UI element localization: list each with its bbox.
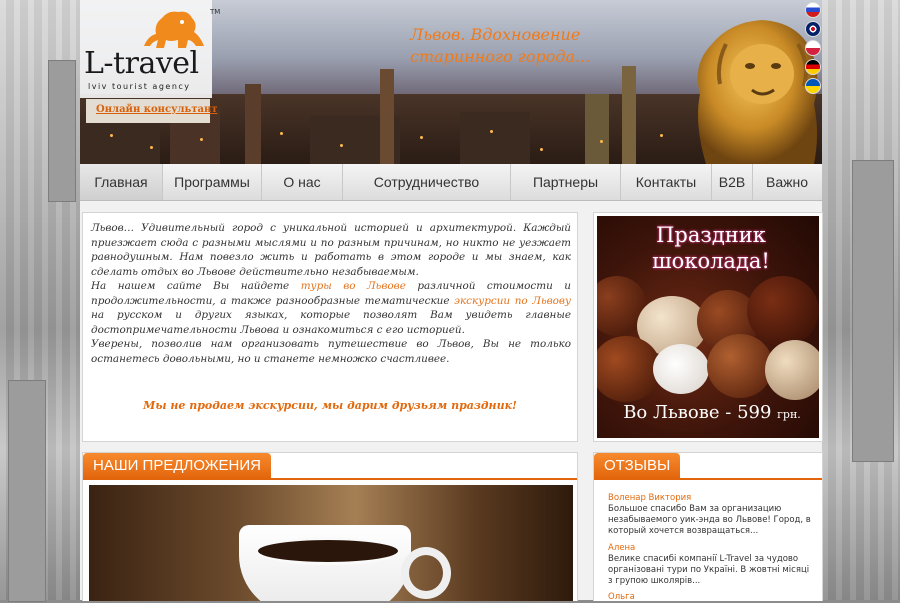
flag-ua-icon[interactable] [805, 78, 821, 94]
review-text: Велике спасибі компанії L-Travel за чудо… [608, 554, 810, 586]
slogan-line: старинного города... [410, 47, 591, 66]
nav-item-b2b[interactable]: B2B [712, 164, 753, 200]
reviews-section: ОТЗЫВЫ Воленар Виктория Большое спасибо … [593, 452, 823, 603]
review-author[interactable]: Алена [608, 543, 816, 554]
review-item[interactable]: Воленар Виктория Большое спасибо Вам за … [608, 493, 816, 537]
motto-text: Мы не продаем экскурсии, мы дарим друзья… [143, 399, 517, 412]
background-tower [8, 380, 46, 602]
left-city-background [0, 0, 80, 602]
flag-pl-icon[interactable] [805, 40, 821, 56]
promo-banner[interactable]: Праздник шоколада! Во Львове - 599 грн. [593, 212, 823, 442]
review-item[interactable]: Алена Велике спасибі компанії L-Travel з… [608, 543, 816, 587]
nav-item-important[interactable]: Важно [753, 164, 821, 200]
lion-statue-image [697, 20, 818, 164]
brand-name[interactable]: L-travel [84, 46, 199, 81]
review-author[interactable]: Ольга [608, 592, 816, 603]
nav-item-home[interactable]: Главная [80, 164, 163, 200]
flag-en-icon[interactable] [805, 21, 821, 37]
offers-heading: НАШИ ПРЕДЛОЖЕНИЯ [83, 453, 271, 479]
cup-handle [401, 547, 451, 599]
offers-section: НАШИ ПРЕДЛОЖЕНИЯ [82, 452, 578, 601]
price-currency: грн. [777, 408, 801, 421]
nav-item-contacts[interactable]: Контакты [621, 164, 712, 200]
language-switcher [804, 2, 821, 97]
banner-price: Во Львове - 599 грн. [607, 402, 817, 423]
right-city-background [822, 0, 900, 600]
online-consultant-link[interactable]: Онлайн консультант [96, 104, 218, 115]
banner-title-line: Праздник [656, 223, 766, 247]
brand-tagline: lviv tourist agency [88, 82, 191, 91]
banner-title: Праздник шоколада! [611, 222, 811, 274]
review-item[interactable]: Ольга [608, 592, 816, 603]
banner-title-line: шоколада! [652, 249, 770, 273]
nav-item-partners[interactable]: Партнеры [511, 164, 621, 200]
coffee-surface [255, 537, 401, 565]
chocolate-image: Праздник шоколада! Во Львове - 599 грн. [597, 216, 819, 438]
intro-paragraph: Львов… Удивительный город с уникальной и… [91, 222, 571, 278]
nav-item-cooperation[interactable]: Сотрудничество [343, 164, 511, 200]
offer-coffee-image[interactable] [89, 485, 573, 601]
nav-item-programs[interactable]: Программы [163, 164, 262, 200]
excursions-link[interactable]: экскурсии по Львову [454, 295, 571, 307]
intro-text: Львов… Удивительный город с уникальной и… [91, 221, 571, 366]
reviews-heading: ОТЗЫВЫ [594, 453, 681, 479]
intro-paragraph: на русском и других языках, которые позв… [91, 309, 571, 336]
price-text: Во Львове - 599 [623, 402, 772, 423]
intro-paragraph: На нашем сайте Вы найдете [91, 280, 301, 292]
flag-ru-icon[interactable] [805, 2, 821, 18]
nav-item-about[interactable]: О нас [262, 164, 343, 200]
intro-panel: Львов… Удивительный город с уникальной и… [82, 212, 578, 442]
flag-de-icon[interactable] [805, 59, 821, 75]
review-text: Большое спасибо Вам за организацию незаб… [608, 504, 811, 536]
slogan-line: Львов. Вдохновение [410, 25, 581, 44]
header-banner: TM L-travel lviv tourist agency Онлайн к… [80, 0, 822, 164]
review-author[interactable]: Воленар Виктория [608, 493, 816, 504]
header-slogan: Львов. Вдохновение старинного города... [410, 24, 590, 68]
trademark: TM [210, 8, 221, 16]
background-tower [48, 60, 76, 202]
tours-link[interactable]: туры во Львове [301, 280, 406, 292]
background-tower [852, 160, 894, 462]
main-navigation: Главная Программы О нас Сотрудничество П… [80, 164, 822, 201]
intro-paragraph: Уверены, позволив нам организовать путеш… [91, 338, 571, 365]
page-container: TM L-travel lviv tourist agency Онлайн к… [80, 0, 823, 603]
